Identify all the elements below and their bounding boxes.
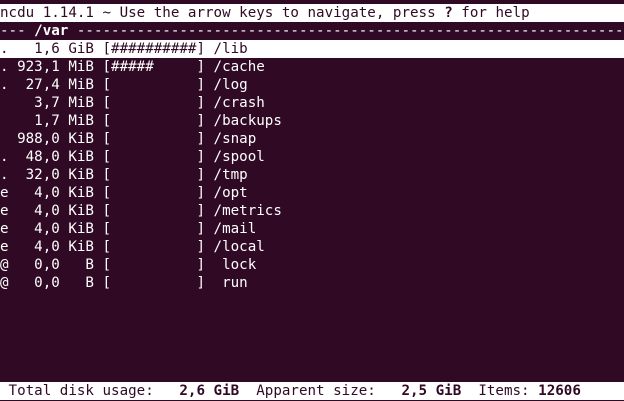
entry-size: 0,0 B	[17, 275, 94, 291]
entry-size: 0,0 B	[17, 257, 94, 273]
status-bar: Total disk usage: 2,6 GiB Apparent size:…	[0, 382, 624, 400]
entry-size: 923,1 MiB	[17, 59, 94, 75]
app-version: ncdu 1.14.1	[0, 5, 94, 21]
entry-usage-bar: [ ]	[102, 239, 206, 255]
entry-size: 988,0 KiB	[17, 131, 94, 147]
entry-name: /log	[205, 77, 248, 93]
entry-size: 1,6 GiB	[17, 41, 94, 57]
entry-usage-bar: [ ]	[102, 131, 206, 147]
entry-size: 3,7 MiB	[17, 95, 94, 111]
entry-name: /lib	[205, 41, 248, 57]
list-item[interactable]: @ 0,0 B [ ] lock	[0, 256, 624, 274]
entry-flag: .	[0, 167, 9, 183]
list-item[interactable]: . 48,0 KiB [ ] /spool	[0, 148, 624, 166]
entry-name: /metrics	[205, 203, 282, 219]
entry-flag	[0, 113, 9, 129]
terminal-window: ncdu 1.14.1 ~ Use the arrow keys to navi…	[0, 0, 624, 401]
entry-flag: .	[0, 41, 9, 57]
entry-name: /mail	[205, 221, 257, 237]
entry-usage-bar: [##########]	[102, 41, 206, 57]
hint-suffix: for help	[452, 5, 530, 21]
entry-name: /spool	[205, 149, 265, 165]
entry-usage-bar: [##### ]	[102, 59, 206, 75]
entry-size: 4,0 KiB	[17, 185, 94, 201]
entry-name: /cache	[205, 59, 265, 75]
entry-flag: e	[0, 221, 9, 237]
list-item[interactable]: . 1,6 GiB [##########] /lib	[0, 40, 624, 58]
entry-usage-bar: [ ]	[102, 77, 206, 93]
current-path: /var	[34, 23, 69, 39]
entry-flag	[0, 131, 9, 147]
hint-prefix: Use the arrow keys to navigate, press	[119, 5, 445, 21]
list-item[interactable]: e 4,0 KiB [ ] /opt	[0, 184, 624, 202]
entry-size: 4,0 KiB	[17, 203, 94, 219]
entry-size: 48,0 KiB	[17, 149, 94, 165]
entry-size: 4,0 KiB	[17, 221, 94, 237]
list-item[interactable]: @ 0,0 B [ ] run	[0, 274, 624, 292]
header-separator: ~	[93, 5, 120, 21]
entry-flag: e	[0, 185, 9, 201]
path-bar-trail: ----------------------------------------…	[68, 23, 624, 39]
entry-name: /tmp	[205, 167, 248, 183]
entry-flag: @	[0, 257, 9, 273]
entry-flag: .	[0, 59, 9, 75]
entry-usage-bar: [ ]	[102, 185, 206, 201]
entry-size: 1,7 MiB	[17, 113, 94, 129]
entry-usage-bar: [ ]	[102, 149, 206, 165]
entry-name: lock	[205, 257, 257, 273]
help-key: ?	[444, 5, 453, 21]
apparent-size-value: 2,5 GiB	[375, 383, 462, 399]
entry-size: 27,4 MiB	[17, 77, 94, 93]
list-item[interactable]: e 4,0 KiB [ ] /local	[0, 238, 624, 256]
entry-usage-bar: [ ]	[102, 221, 206, 237]
entry-flag: .	[0, 77, 9, 93]
path-bar: --- /var -------------------------------…	[0, 22, 624, 40]
entry-flag: e	[0, 203, 9, 219]
entry-name: run	[205, 275, 248, 291]
entry-usage-bar: [ ]	[102, 257, 206, 273]
entry-usage-bar: [ ]	[102, 275, 206, 291]
items-value: 12606	[529, 383, 581, 399]
entry-name: /local	[205, 239, 265, 255]
list-item[interactable]: 988,0 KiB [ ] /snap	[0, 130, 624, 148]
entry-usage-bar: [ ]	[102, 167, 206, 183]
apparent-size-label: Apparent size:	[239, 383, 376, 399]
list-item[interactable]: 3,7 MiB [ ] /crash	[0, 94, 624, 112]
entry-usage-bar: [ ]	[102, 95, 206, 111]
entry-usage-bar: [ ]	[102, 203, 206, 219]
total-disk-usage-label: Total disk usage:	[0, 383, 154, 399]
entry-flag: @	[0, 275, 9, 291]
entry-size: 32,0 KiB	[17, 167, 94, 183]
path-bar-lead: ---	[0, 23, 35, 39]
entry-usage-bar: [ ]	[102, 113, 206, 129]
entry-flag: e	[0, 239, 9, 255]
list-item[interactable]: . 27,4 MiB [ ] /log	[0, 76, 624, 94]
entry-name: /crash	[205, 95, 265, 111]
list-item[interactable]: e 4,0 KiB [ ] /metrics	[0, 202, 624, 220]
items-label: Items:	[461, 383, 530, 399]
list-item[interactable]: 1,7 MiB [ ] /backups	[0, 112, 624, 130]
entry-name: /snap	[205, 131, 257, 147]
entry-flag	[0, 95, 9, 111]
list-item[interactable]: e 4,0 KiB [ ] /mail	[0, 220, 624, 238]
list-item[interactable]: . 923,1 MiB [##### ] /cache	[0, 58, 624, 76]
header-bar: ncdu 1.14.1 ~ Use the arrow keys to navi…	[0, 4, 624, 22]
total-disk-usage-value: 2,6 GiB	[153, 383, 240, 399]
entry-flag: .	[0, 149, 9, 165]
entry-name: /opt	[205, 185, 248, 201]
list-item[interactable]: . 32,0 KiB [ ] /tmp	[0, 166, 624, 184]
entry-size: 4,0 KiB	[17, 239, 94, 255]
entry-name: /backups	[205, 113, 282, 129]
